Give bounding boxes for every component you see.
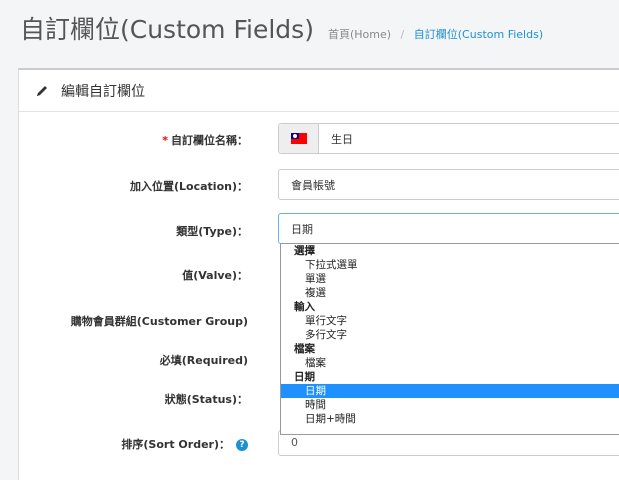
type-select-value: 日期 bbox=[291, 222, 313, 236]
dropdown-option[interactable]: 時間 bbox=[281, 398, 619, 412]
type-dropdown-list: 選擇 下拉式選單 單選 複選 輸入 單行文字 多行文字 檔案 檔案 日期 日期 … bbox=[280, 243, 619, 435]
taiwan-flag-icon bbox=[290, 133, 307, 144]
language-flag-addon bbox=[279, 124, 319, 153]
panel-heading: 編輯自訂欄位 bbox=[19, 70, 619, 112]
type-select[interactable]: 日期 bbox=[278, 213, 619, 244]
breadcrumb-separator: / bbox=[400, 28, 405, 41]
type-label: 類型(Type)： bbox=[176, 225, 248, 238]
dropdown-group-date: 日期 bbox=[294, 371, 315, 383]
breadcrumb-current-link[interactable]: 自訂欄位(Custom Fields) bbox=[414, 28, 543, 41]
location-label: 加入位置(Location)： bbox=[130, 180, 248, 193]
dropdown-option-selected[interactable]: 日期 bbox=[281, 384, 619, 398]
status-label: 狀態(Status)： bbox=[164, 393, 248, 406]
dropdown-option[interactable]: 單選 bbox=[281, 272, 619, 286]
dropdown-option[interactable]: 檔案 bbox=[281, 356, 619, 370]
dropdown-option[interactable]: 複選 bbox=[281, 286, 619, 300]
location-select-value: 會員帳號 bbox=[291, 178, 335, 192]
location-select[interactable]: 會員帳號 bbox=[278, 169, 619, 200]
page-header: 自訂欄位(Custom Fields) 首頁(Home) / 自訂欄位(Cust… bbox=[20, 10, 543, 50]
sort-order-label: 排序(Sort Order)：? bbox=[121, 436, 248, 452]
help-icon[interactable]: ? bbox=[236, 439, 248, 451]
required-mark: * bbox=[162, 134, 168, 147]
breadcrumb-home-link[interactable]: 首頁(Home) bbox=[328, 28, 391, 41]
sort-order-label-text: 排序(Sort Order)： bbox=[121, 438, 230, 451]
pencil-icon bbox=[35, 84, 49, 98]
dropdown-option[interactable]: 多行文字 bbox=[281, 328, 619, 342]
field-name-value: 生日 bbox=[331, 132, 353, 146]
field-name-label: * 自訂欄位名稱： bbox=[162, 132, 248, 148]
dropdown-group-input: 輸入 bbox=[294, 301, 315, 313]
field-name-input[interactable]: 生日 bbox=[278, 123, 619, 154]
field-name-label-text: 自訂欄位名稱： bbox=[171, 134, 248, 147]
required-label: 必填(Required) bbox=[159, 354, 248, 367]
panel-heading-title: 編輯自訂欄位 bbox=[61, 83, 145, 100]
breadcrumb: 首頁(Home) / 自訂欄位(Custom Fields) bbox=[328, 26, 543, 42]
customer-group-label: 購物會員群組(Customer Group) bbox=[70, 315, 248, 328]
page-title: 自訂欄位(Custom Fields) bbox=[20, 15, 314, 44]
dropdown-option[interactable]: 下拉式選單 bbox=[281, 258, 619, 272]
dropdown-group-file: 檔案 bbox=[294, 343, 315, 355]
dropdown-option[interactable]: 單行文字 bbox=[281, 314, 619, 328]
dropdown-option[interactable]: 日期+時間 bbox=[281, 412, 619, 426]
value-label: 值(Valve)： bbox=[182, 269, 248, 282]
dropdown-group-select: 選擇 bbox=[294, 245, 315, 257]
